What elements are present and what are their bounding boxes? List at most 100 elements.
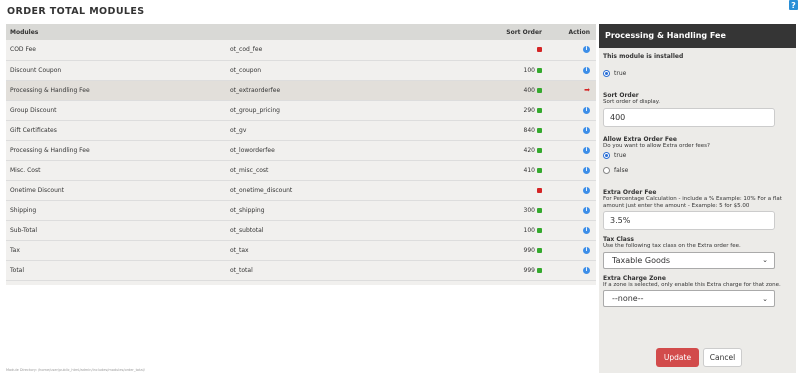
allow-fee-title: Allow Extra Order Fee [603, 135, 677, 143]
sort-order-cell: 410 [466, 160, 546, 180]
table-row[interactable]: Processing & Handling Fee ot_loworderfee 4… [6, 140, 596, 160]
arrow-right-icon[interactable]: ➡ [584, 86, 590, 94]
sort-order-input[interactable]: 400 [603, 107, 775, 127]
installed-radio-row[interactable]: true [603, 69, 792, 78]
sort-order-desc: Sort order of display. [603, 99, 660, 105]
tax-class-title: Tax Class [603, 236, 634, 243]
sort-order-value: 100 [523, 66, 535, 74]
info-icon[interactable]: i [583, 186, 590, 194]
page-title: Order Total Modules [7, 6, 145, 17]
module-code: ot_total [230, 266, 253, 274]
info-icon[interactable]: i [583, 206, 590, 214]
module-code: ot_cod_fee [230, 46, 263, 54]
extra-fee-desc: For Percentage Calculation - include a %… [603, 196, 782, 209]
sort-order-cell: 999 [466, 260, 546, 280]
table-row[interactable]: Group Discount ot_group_pricing 290 i [6, 100, 596, 120]
action-cell: i [546, 140, 596, 160]
sort-order-value: 999 [523, 266, 535, 274]
allow-fee-false-label: false [614, 167, 629, 174]
sort-order-cell [466, 40, 546, 60]
charge-zone-select[interactable]: --none-- ⌄ [603, 290, 775, 307]
action-cell: i [546, 120, 596, 140]
enabled-status-icon[interactable] [537, 87, 542, 93]
module-name: Discount Coupon [10, 66, 62, 74]
enabled-status-icon[interactable] [537, 207, 542, 213]
enabled-status-icon[interactable] [537, 67, 542, 73]
module-code: ot_tax [230, 246, 249, 254]
disabled-status-icon[interactable] [537, 187, 542, 193]
sort-order-cell: 100 [466, 220, 546, 240]
info-icon[interactable]: i [583, 266, 590, 274]
info-icon[interactable]: i [583, 46, 590, 54]
module-name: Processing & Handling Fee [10, 86, 90, 94]
table-row[interactable]: Onetime Discount ot_onetime_discount i [6, 180, 596, 200]
allow-fee-false-radio[interactable] [603, 167, 610, 174]
table-row[interactable]: Processing & Handling Fee ot_extraorderfe… [6, 80, 596, 100]
info-icon[interactable]: i [583, 66, 590, 74]
action-cell: i [546, 100, 596, 120]
module-code: ot_gv [230, 126, 247, 134]
update-button[interactable]: Update [656, 348, 699, 367]
enabled-status-icon[interactable] [537, 247, 542, 253]
info-icon[interactable]: i [583, 106, 590, 114]
enabled-status-icon[interactable] [537, 167, 542, 173]
module-name: Sub-Total [10, 226, 38, 234]
action-cell: i [546, 160, 596, 180]
chevron-down-icon: ⌄ [762, 294, 768, 303]
module-code: ot_loworderfee [230, 146, 275, 154]
module-code: ot_group_pricing [230, 106, 280, 114]
action-cell: i [546, 40, 596, 60]
enabled-status-icon[interactable] [537, 127, 542, 133]
enabled-status-icon[interactable] [537, 107, 542, 113]
table-row[interactable]: Misc. Cost ot_misc_cost 410 i [6, 160, 596, 180]
help-icon[interactable]: ? [789, 0, 798, 10]
action-cell: i [546, 180, 596, 200]
module-name: Gift Certificates [10, 126, 57, 134]
sort-order-cell: 290 [466, 100, 546, 120]
allow-fee-true-row[interactable]: true [603, 151, 792, 160]
action-cell: i [546, 260, 596, 280]
sort-order-cell: 840 [466, 120, 546, 140]
allow-fee-desc: Do you want to allow Extra order fees? [603, 142, 710, 149]
sort-order-value: 840 [523, 126, 535, 134]
module-code: ot_coupon [230, 66, 262, 74]
cancel-button[interactable]: Cancel [703, 348, 742, 367]
sort-order-cell: 990 [466, 240, 546, 260]
action-cell: i [546, 60, 596, 80]
module-code: ot_misc_cost [230, 166, 269, 174]
module-code: ot_shipping [230, 206, 265, 214]
table-row[interactable]: Sub-Total ot_subtotal 100 i [6, 220, 596, 240]
header-action: Action [568, 28, 590, 36]
disabled-status-icon[interactable] [537, 47, 542, 53]
module-name: Group Discount [10, 106, 57, 114]
module-code: ot_extraorderfee [230, 86, 281, 94]
table-row[interactable]: COD Fee ot_cod_fee i [6, 40, 596, 60]
table-row[interactable]: Shipping ot_shipping 300 i [6, 200, 596, 220]
module-name: Onetime Discount [10, 186, 65, 194]
installed-true-radio[interactable] [603, 70, 610, 77]
modules-table: Modules Sort Order Action COD Fee ot_cod_… [6, 24, 596, 285]
enabled-status-icon[interactable] [537, 267, 542, 273]
table-row[interactable]: Tax ot_tax 990 i [6, 240, 596, 260]
action-cell: i [546, 240, 596, 260]
enabled-status-icon[interactable] [537, 227, 542, 233]
charge-zone-title: Extra Charge Zone [603, 274, 666, 282]
extra-fee-input[interactable]: 3.5% [603, 211, 775, 230]
info-icon[interactable]: i [583, 126, 590, 134]
action-cell: ➡ [546, 80, 596, 100]
table-row[interactable]: Gift Certificates ot_gv 840 i [6, 120, 596, 140]
info-icon[interactable]: i [583, 166, 590, 174]
table-row[interactable]: Discount Coupon ot_coupon 100 i [6, 60, 596, 80]
sort-order-cell [466, 180, 546, 200]
sort-order-cell: 300 [466, 200, 546, 220]
module-name: Tax [10, 246, 20, 254]
allow-fee-false-row[interactable]: false [603, 166, 792, 175]
tax-class-select[interactable]: Taxable Goods ⌄ [603, 251, 775, 269]
table-row[interactable]: Total ot_total 999 i [6, 260, 596, 280]
chevron-down-icon: ⌄ [762, 256, 768, 264]
allow-fee-true-radio[interactable] [603, 152, 610, 159]
info-icon[interactable]: i [583, 246, 590, 254]
enabled-status-icon[interactable] [537, 147, 542, 153]
info-icon[interactable]: i [583, 226, 590, 234]
info-icon[interactable]: i [583, 146, 590, 154]
